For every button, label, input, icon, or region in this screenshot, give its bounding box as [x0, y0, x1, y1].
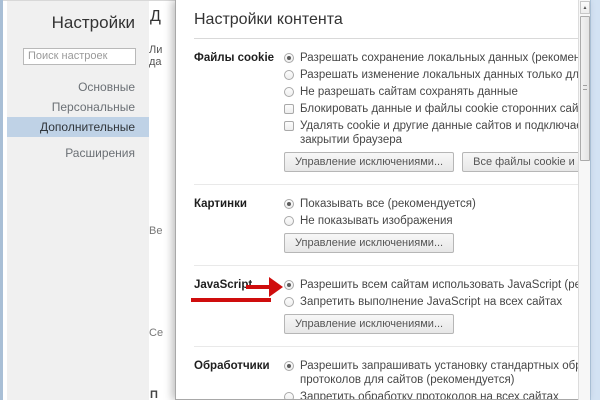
content-settings-dialog: Настройки контента Файлы cookie Разрешат… — [175, 0, 590, 400]
radio-icon[interactable] — [284, 53, 294, 63]
section-images: Картинки Показывать все (рекомендуется) … — [194, 184, 578, 265]
section-label: Файлы cookie — [194, 51, 284, 172]
scrollbar-grip-icon — [583, 85, 587, 90]
radio-option[interactable]: Разрешать сохранение локальных данных (р… — [284, 51, 578, 65]
radio-icon[interactable] — [284, 216, 294, 226]
radio-icon[interactable] — [284, 70, 294, 80]
manage-exceptions-button[interactable]: Управление исключениями... — [284, 233, 454, 253]
window-right-edge — [590, 0, 600, 400]
radio-icon[interactable] — [284, 280, 294, 290]
checkbox-option[interactable]: Удалять cookie и другие данные сайтов и … — [284, 119, 578, 147]
page-label-fragment: да — [149, 56, 162, 68]
sidebar-item-basic[interactable]: Основные — [7, 77, 149, 97]
radio-option[interactable]: Запретить обработку протоколов на всех с… — [284, 390, 578, 399]
page-label-fragment: П — [150, 389, 158, 400]
radio-option[interactable]: Показывать все (рекомендуется) — [284, 197, 578, 211]
radio-option[interactable]: Не разрешать сайтам сохранять данные — [284, 85, 578, 99]
radio-option[interactable]: Разрешить всем сайтам использовать JavaS… — [284, 278, 578, 292]
manage-exceptions-button[interactable]: Управление исключениями... — [284, 152, 454, 172]
page-label-fragment: Се — [149, 327, 163, 339]
section-javascript: JavaScript Разрешить всем сайтам использ… — [194, 265, 578, 346]
section-cookies: Файлы cookie Разрешать сохранение локаль… — [194, 39, 578, 184]
scrollbar-thumb[interactable] — [580, 16, 590, 161]
sidebar-item-personal[interactable]: Персональные — [7, 97, 149, 117]
section-label: Обработчики — [194, 359, 284, 399]
red-arrow-icon — [246, 285, 271, 289]
section-handlers: Обработчики Разрешить запрашивать устано… — [194, 346, 578, 399]
checkbox-option[interactable]: Блокировать данные и файлы cookie сторон… — [284, 102, 578, 116]
sidebar-item-advanced[interactable]: Дополнительные — [7, 117, 149, 137]
radio-option[interactable]: Запретить выполнение JavaScript на всех … — [284, 295, 578, 309]
sidebar-item-extensions[interactable]: Расширения — [7, 143, 149, 163]
scrollbar-up-icon[interactable]: ▲ — [580, 1, 590, 14]
sidebar-nav: Основные Персональные Дополнительные Рас… — [7, 77, 149, 163]
search-input[interactable] — [23, 48, 136, 65]
section-label: Картинки — [194, 197, 284, 253]
radio-option[interactable]: Разрешать изменение локальных данных тол… — [284, 68, 578, 82]
dialog-title: Настройки контента — [194, 0, 578, 39]
radio-icon[interactable] — [284, 361, 294, 371]
checkbox-icon[interactable] — [284, 104, 294, 114]
radio-icon[interactable] — [284, 297, 294, 307]
page-label-fragment: Ве — [149, 225, 162, 237]
checkbox-icon[interactable] — [284, 121, 294, 131]
radio-option[interactable]: Не показывать изображения — [284, 214, 578, 228]
red-arrow-icon — [269, 277, 283, 297]
red-underline-annotation — [191, 298, 271, 302]
radio-icon[interactable] — [284, 199, 294, 209]
radio-icon[interactable] — [284, 87, 294, 97]
radio-icon[interactable] — [284, 392, 294, 399]
page-heading-fragment: Д — [150, 8, 161, 26]
manage-exceptions-button[interactable]: Управление исключениями... — [284, 314, 454, 334]
settings-sidebar: Настройки Основные Персональные Дополнит… — [3, 1, 149, 400]
radio-option[interactable]: Разрешить запрашивать установку стандарт… — [284, 359, 578, 387]
sidebar-panel: Настройки Основные Персональные Дополнит… — [7, 1, 149, 400]
page-label-fragment: Ли — [149, 44, 162, 56]
dialog-scrollbar[interactable]: ▲ — [578, 0, 590, 400]
sidebar-title: Настройки — [7, 1, 149, 33]
all-cookies-button[interactable]: Все файлы cookie и данные сайтов... — [462, 152, 578, 172]
